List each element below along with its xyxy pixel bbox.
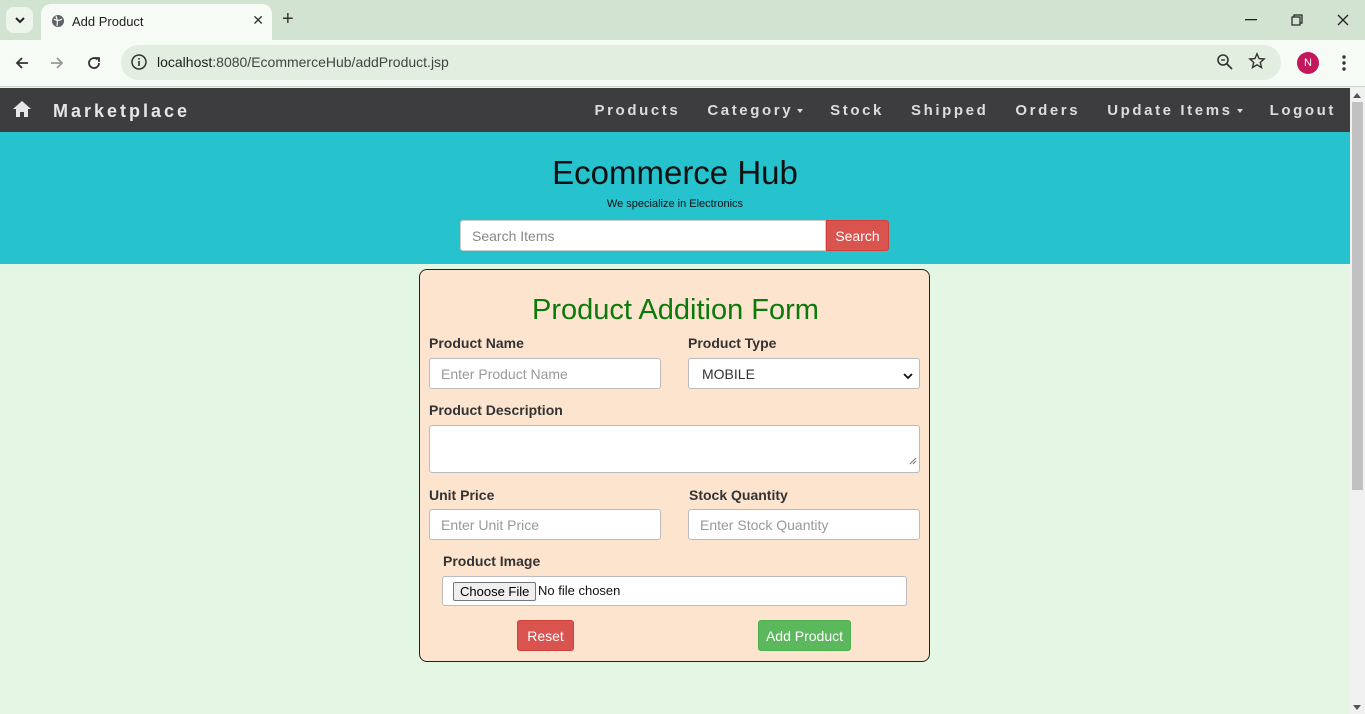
more-menu-icon[interactable] [1337,52,1351,74]
home-icon[interactable] [12,100,32,123]
nav-products[interactable]: Products [595,102,681,119]
stock-quantity-input[interactable] [688,509,920,540]
stock-quantity-label: Stock Quantity [689,487,788,503]
product-form-card: Product Addition Form Product Name Produ… [419,269,930,662]
nav-orders[interactable]: Orders [1015,102,1080,119]
page-scrollbar[interactable] [1350,88,1365,714]
browser-toolbar: localhost:8080/EcommerceHub/addProduct.j… [0,40,1365,87]
zoom-icon[interactable] [1216,53,1234,76]
nav-category[interactable]: Category [707,102,804,119]
url-text: localhost:8080/EcommerceHub/addProduct.j… [157,54,449,70]
nav-menu: Products Category Stock Shipped Orders U… [568,88,1336,132]
resize-handle-icon[interactable] [909,452,917,470]
brand-link[interactable]: Marketplace [53,101,190,122]
reset-button[interactable]: Reset [517,620,574,651]
forward-arrow-icon[interactable] [47,53,67,73]
browser-tab-bar: Add Product ✕ + [0,0,1365,40]
site-info-icon[interactable] [130,53,148,76]
page-viewport: Marketplace Products Category Stock Ship… [0,88,1350,714]
chevron-down-icon [903,368,913,384]
tab-search-button[interactable] [6,7,33,33]
scrollbar-thumb[interactable] [1352,102,1363,490]
product-type-label: Product Type [688,335,777,351]
caret-down-icon [1236,108,1243,113]
close-window-icon[interactable] [1333,10,1353,30]
scroll-down-arrow-icon[interactable] [1353,705,1361,710]
minimize-icon[interactable] [1241,10,1261,30]
globe-icon [51,14,65,33]
back-arrow-icon[interactable] [12,53,32,73]
description-label: Product Description [429,402,563,418]
scroll-up-arrow-icon[interactable] [1353,93,1361,98]
product-type-select[interactable]: MOBILE [688,358,920,389]
form-title: Product Addition Form [532,294,819,326]
add-product-button[interactable]: Add Product [758,620,851,651]
profile-avatar[interactable]: N [1297,52,1319,74]
nav-update-items[interactable]: Update Items [1107,102,1243,119]
choose-file-button[interactable]: Choose File [453,582,537,601]
nav-logout[interactable]: Logout [1270,102,1336,119]
product-name-label: Product Name [429,335,524,351]
close-tab-icon[interactable]: ✕ [252,12,264,29]
restore-icon[interactable] [1287,10,1307,30]
product-name-input[interactable] [429,358,661,389]
browser-tab[interactable]: Add Product ✕ [41,4,272,40]
search-button[interactable]: Search [826,220,889,251]
tab-title: Add Product [72,14,144,29]
unit-price-input[interactable] [429,509,661,540]
unit-price-label: Unit Price [429,487,495,503]
site-tagline: We specialize in Electronics [606,198,744,210]
address-bar[interactable]: localhost:8080/EcommerceHub/addProduct.j… [121,45,1281,80]
hero-banner: Ecommerce Hub We specialize in Electroni… [0,132,1350,264]
product-image-label: Product Image [443,553,541,569]
reload-icon[interactable] [84,53,104,73]
site-navbar: Marketplace Products Category Stock Ship… [0,88,1350,132]
product-image-file-input: Choose File No file chosen [442,576,907,606]
bookmark-star-icon[interactable] [1248,52,1266,75]
search-input[interactable] [460,220,826,251]
new-tab-icon[interactable]: + [282,8,294,30]
nav-shipped[interactable]: Shipped [911,102,988,119]
site-title: Ecommerce Hub [552,154,798,191]
description-textarea[interactable] [429,425,920,473]
nav-stock[interactable]: Stock [830,102,884,119]
chevron-down-icon [14,16,25,23]
product-type-value: MOBILE [702,365,755,382]
caret-down-icon [797,108,804,113]
file-status-text: No file chosen [538,583,621,598]
